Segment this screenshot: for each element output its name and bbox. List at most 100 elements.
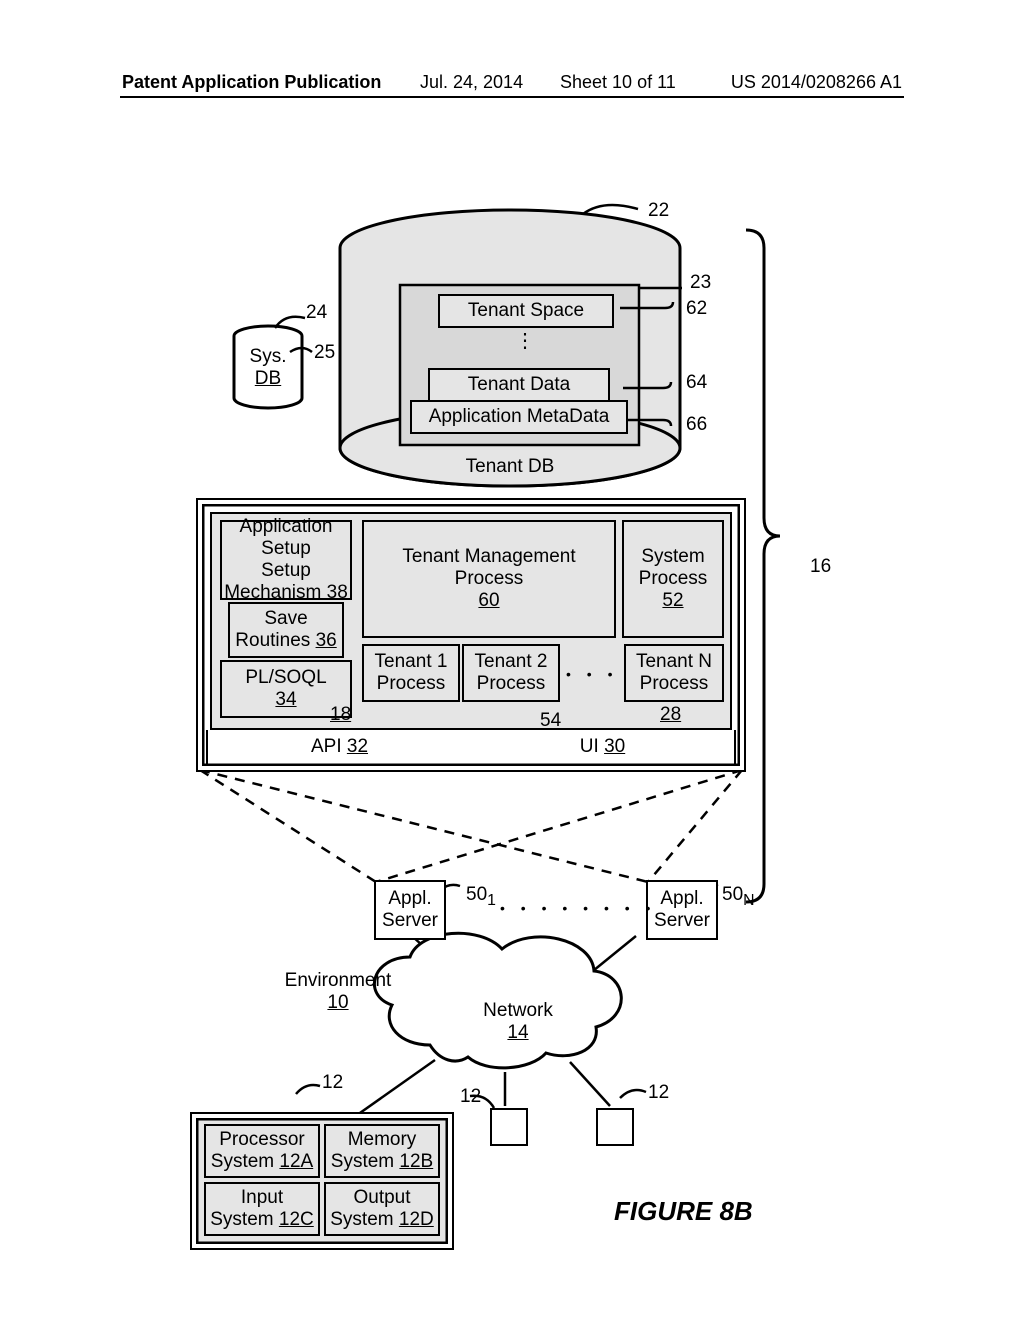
sys-db-text: Sys. DB [246,346,290,390]
db-label: DB [255,368,281,389]
ref-12-left: 12 [322,1072,343,1094]
ref-60: 60 [478,590,499,612]
ref-12D: 12D [399,1209,434,1230]
ref-50-1: 501 [466,884,496,910]
api-cell: API 32 [208,730,471,764]
t1-label: Tenant 1 [375,651,448,673]
routines-label: Routines [235,630,310,651]
vdots-icon: ⋮ [515,328,535,353]
ref-54: 54 [540,710,561,732]
header-left: Patent Application Publication [122,72,381,93]
ref-34: 34 [275,689,296,711]
ref-52: 52 [662,590,683,612]
tenant-data-group: Tenant Data Application MetaData [410,368,628,434]
ref-50-1-base: 50 [466,884,487,905]
applN-l1: Appl. [660,888,703,910]
network-text: Network [483,1000,553,1021]
output-system-box: Output System 12D [324,1182,440,1236]
mechanism-label: Mechanism [224,582,321,603]
tenantN-process-box: Tenant N Process [624,644,724,702]
app-setup-mechanism-box: Application Setup Setup Mechanism 38 [220,520,352,600]
header-date: Jul. 24, 2014 [420,72,523,93]
appl-server-N: Appl. Server [646,880,718,940]
ref-14: 14 [507,1022,528,1043]
ref-12-middle: 12 [460,1086,481,1108]
ref-38: 38 [327,582,348,603]
ref-50-1-sub: 1 [487,892,496,909]
api-label: API [311,736,342,758]
client-box-right [596,1108,634,1146]
ref-10: 10 [327,992,348,1013]
mem-l1: Memory [348,1129,417,1151]
header-pubno: US 2014/0208266 A1 [731,72,902,93]
proc-l1: Processor [219,1129,305,1151]
plsoql-label: PL/SOQL [245,667,326,689]
processor-system-box: Processor System 12A [204,1124,320,1178]
ref-62: 62 [686,298,707,320]
tenant-space-box: Tenant Space [438,294,614,328]
client-box-middle [490,1108,528,1146]
tenant-db-label: Tenant DB [445,456,575,478]
system-process-box: System Process 52 [622,520,724,638]
brace-16 [746,230,780,902]
tN-process: Process [640,673,709,695]
ref-16: 16 [810,556,831,578]
figure-caption: FIGURE 8B [614,1196,753,1227]
application-metadata-box: Application MetaData [410,400,628,434]
tenant-space-label: Tenant Space [468,300,584,322]
ref-12-right: 12 [648,1082,669,1104]
tenant-db-cylinder [340,210,680,486]
memory-system-box: Memory System 12B [324,1124,440,1178]
tenant-data-box: Tenant Data [428,368,610,402]
ref-12A: 12A [279,1151,313,1172]
sys-proc-label-1: System [641,546,704,568]
tN-label: Tenant N [636,651,712,673]
ref-24: 24 [306,302,327,324]
appl1-l1: Appl. [388,888,431,910]
input-system-box: Input System 12C [204,1182,320,1236]
save-routines-box: Save Routines 36 [228,602,344,658]
in-l1: Input [241,1187,283,1209]
network-label: Network 14 [468,1000,568,1044]
tenant2-process-box: Tenant 2 Process [462,644,560,702]
tenant1-process-box: Tenant 1 Process [362,644,460,702]
ref-64: 64 [686,372,707,394]
tmp-label-2: Process [455,568,524,590]
env-text: Environment [285,970,392,991]
ref-18: 18 [330,704,351,726]
projection-dashed [200,770,742,882]
appl1-l2: Server [382,910,438,932]
tenant-data-label: Tenant Data [468,374,570,396]
server-ellipsis-icon: • • • • • • • • [500,900,656,916]
sys-proc-label-2: Process [639,568,708,590]
ref-28: 28 [660,704,681,726]
ui-cell: UI 30 [471,730,734,764]
ui-label: UI [580,736,599,758]
ref-23: 23 [690,272,711,294]
t2-label: Tenant 2 [475,651,548,673]
appl-server-1: Appl. Server [374,880,446,940]
ref-25: 25 [314,342,335,364]
t2-process: Process [477,673,546,695]
ref-50-N-sub: N [743,892,754,909]
header-rule [120,96,904,98]
ref-12B: 12B [399,1151,433,1172]
header-sheet: Sheet 10 of 11 [560,72,676,93]
sys-label: Sys. [250,346,287,367]
applN-l2: Server [654,910,710,932]
t1-process: Process [377,673,446,695]
ref-66: 66 [686,414,707,436]
ref-30: 30 [604,736,625,758]
save-label: Save [264,608,307,630]
ref-36: 36 [316,630,337,651]
application-metadata-label: Application MetaData [429,406,610,428]
out-l1: Output [353,1187,410,1209]
tmp-label-1: Tenant Management [402,546,575,568]
ref-32: 32 [347,736,368,758]
ref-22: 22 [648,200,669,222]
api-ui-row: API 32 UI 30 [206,730,736,766]
proc-l2: System [211,1151,274,1172]
ref-12C: 12C [279,1209,314,1230]
ref-50-N-base: 50 [722,884,743,905]
ref-50-N: 50N [722,884,755,910]
